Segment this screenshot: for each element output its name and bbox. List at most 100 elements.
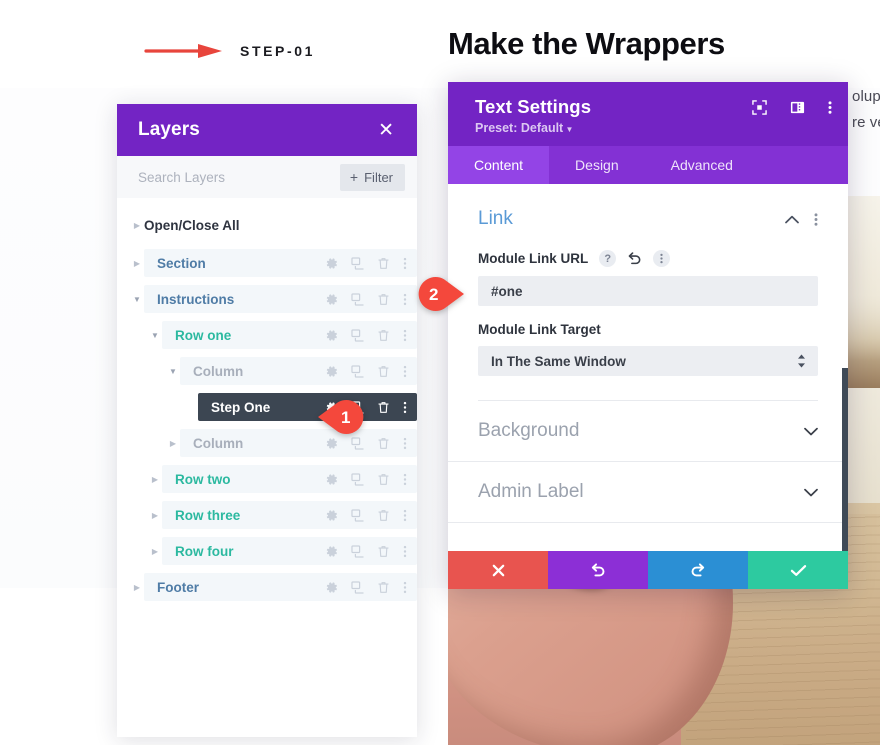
trash-icon[interactable] [377,257,390,270]
chevron-right-icon[interactable]: ▶ [130,583,144,592]
chevron-right-icon[interactable]: ▶ [130,259,144,268]
layer-pill[interactable]: Instructions [144,285,417,313]
duplicate-icon[interactable] [351,328,364,342]
trash-icon[interactable] [377,473,390,486]
more-vertical-icon[interactable] [403,329,407,342]
section-background[interactable]: Background [448,401,848,462]
text-settings-header: Text Settings Preset: Default ▼ [448,82,848,146]
gear-icon[interactable] [325,473,338,486]
help-icon[interactable]: ? [599,250,617,267]
layer-pill[interactable]: Step One [198,393,417,421]
layer-row[interactable]: ▶ Row three [117,501,417,529]
duplicate-icon[interactable] [351,580,364,594]
more-vertical-icon[interactable] [403,509,407,522]
layer-row[interactable]: ▼ Row one [117,321,417,349]
layer-pill[interactable]: Row one [162,321,417,349]
layer-row[interactable]: ▼ Instructions [117,285,417,313]
layer-pill[interactable]: Row two [162,465,417,493]
more-vertical-icon[interactable] [403,473,407,486]
gear-icon[interactable] [325,581,338,594]
tab-content[interactable]: Content [448,146,550,184]
chevron-right-icon[interactable]: ▶ [148,511,162,520]
trash-icon[interactable] [377,509,390,522]
duplicate-icon[interactable] [351,436,364,450]
layer-row-actions [325,292,407,306]
filter-button[interactable]: + Filter [339,163,405,191]
duplicate-icon[interactable] [351,508,364,522]
trash-icon[interactable] [377,437,390,450]
trash-icon[interactable] [377,545,390,558]
gear-icon[interactable] [325,329,338,342]
more-vertical-icon[interactable] [403,545,407,558]
layer-row[interactable]: ▼ Column [117,357,417,385]
duplicate-icon[interactable] [351,364,364,378]
chevron-right-icon[interactable]: ▶ [148,547,162,556]
panel-layout-icon[interactable] [790,100,805,115]
chevron-down-icon[interactable]: ▼ [148,331,162,340]
cancel-button[interactable] [448,551,548,589]
chevron-down-icon[interactable] [804,488,818,497]
callout-pin-1: 1 [316,397,374,437]
layer-pill[interactable]: Footer [144,573,417,601]
more-vertical-icon[interactable] [828,100,832,115]
settings-scrollbar-track[interactable] [842,184,848,551]
layer-pill[interactable]: Column [180,357,417,385]
trash-icon[interactable] [377,365,390,378]
gear-icon[interactable] [325,509,338,522]
tab-advanced[interactable]: Advanced [645,146,759,184]
more-vertical-icon[interactable] [403,365,407,378]
trash-icon[interactable] [377,329,390,342]
tab-design[interactable]: Design [549,146,645,184]
open-close-all-row[interactable]: ▶ Open/Close All [117,212,417,238]
search-input[interactable] [138,169,328,185]
undo-icon[interactable] [627,251,642,266]
layer-row-actions [325,472,407,486]
more-vertical-icon[interactable] [403,581,407,594]
layer-row[interactable]: ▶ Row four [117,537,417,565]
gear-icon[interactable] [325,545,338,558]
module-link-target-select[interactable]: In The Same WindowIn The New Tab [478,346,818,376]
layer-pill[interactable]: Section [144,249,417,277]
module-link-url-input[interactable] [478,276,818,306]
gear-icon[interactable] [325,365,338,378]
trash-icon[interactable] [377,401,390,414]
settings-scrollbar-thumb[interactable] [842,368,848,551]
save-button[interactable] [748,551,848,589]
chevron-down-icon[interactable] [804,427,818,436]
preset-selector[interactable]: Preset: Default ▼ [475,121,591,135]
chevron-right-icon[interactable]: ▶ [130,221,144,230]
link-section-header[interactable]: Link [478,184,818,234]
focus-target-icon[interactable] [752,100,767,115]
more-vertical-icon[interactable] [814,212,818,227]
duplicate-icon[interactable] [351,544,364,558]
layer-row[interactable]: ▶ Section [117,249,417,277]
undo-button[interactable] [548,551,648,589]
duplicate-icon[interactable] [351,472,364,486]
redo-button[interactable] [648,551,748,589]
chevron-up-icon[interactable] [785,215,799,224]
layer-pill[interactable]: Row three [162,501,417,529]
gear-icon[interactable] [325,437,338,450]
layer-pill[interactable]: Row four [162,537,417,565]
chevron-down-icon[interactable]: ▼ [166,367,180,376]
close-icon[interactable]: ✕ [375,119,397,142]
gear-icon[interactable] [325,257,338,270]
more-vertical-icon[interactable] [403,401,407,414]
section-admin-label[interactable]: Admin Label [448,462,848,523]
more-vertical-icon[interactable] [403,437,407,450]
module-link-url-label-row: Module Link URL ? [478,250,818,267]
trash-icon[interactable] [377,581,390,594]
chevron-down-icon[interactable]: ▼ [130,295,144,304]
duplicate-icon[interactable] [351,292,364,306]
more-vertical-icon[interactable] [653,250,671,267]
more-vertical-icon[interactable] [403,257,407,270]
more-vertical-icon[interactable] [403,293,407,306]
gear-icon[interactable] [325,293,338,306]
trash-icon[interactable] [377,293,390,306]
duplicate-icon[interactable] [351,256,364,270]
layer-row[interactable]: ▶ Footer [117,573,417,601]
layer-pill[interactable]: Column [180,429,417,457]
layer-row[interactable]: ▶ Row two [117,465,417,493]
chevron-right-icon[interactable]: ▶ [166,439,180,448]
chevron-right-icon[interactable]: ▶ [148,475,162,484]
